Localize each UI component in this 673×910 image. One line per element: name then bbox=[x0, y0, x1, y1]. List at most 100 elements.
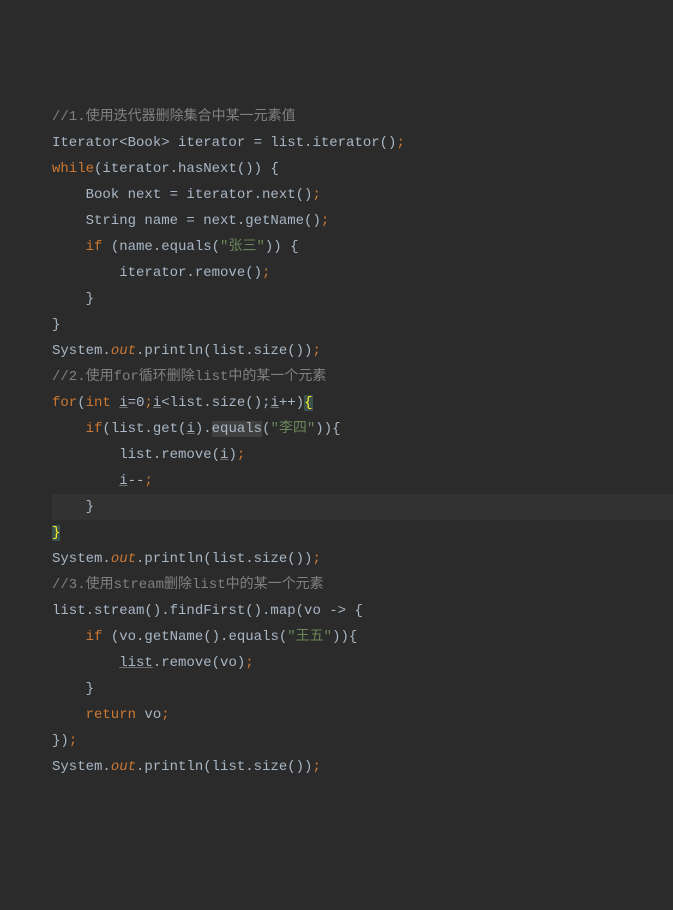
semicolon: ; bbox=[312, 343, 320, 359]
code-text: <list.size(); bbox=[161, 395, 270, 411]
code-line: if(list.get(i).equals("李四")){ bbox=[52, 416, 673, 442]
code-line: Book next = iterator.next(); bbox=[52, 182, 673, 208]
semicolon: ; bbox=[245, 655, 253, 671]
code-text: } bbox=[52, 291, 94, 307]
code-text: ) bbox=[228, 447, 236, 463]
code-text: Book next = iterator.next() bbox=[52, 187, 312, 203]
code-text: System. bbox=[52, 343, 111, 359]
keyword-if: if bbox=[52, 629, 102, 645]
code-text: }) bbox=[52, 733, 69, 749]
code-line: list.remove(vo); bbox=[52, 650, 673, 676]
semicolon: ; bbox=[237, 447, 245, 463]
comment: //3.使用stream删除list中的某一个元素 bbox=[52, 577, 324, 593]
code-text: list.stream().findFirst().map(vo -> { bbox=[52, 603, 363, 619]
code-text bbox=[111, 395, 119, 411]
code-line: if (vo.getName().equals("王五")){ bbox=[52, 624, 673, 650]
code-line: while(iterator.hasNext()) { bbox=[52, 156, 673, 182]
brace-match: { bbox=[304, 395, 312, 411]
code-text: Iterator<Book> iterator = list.iterator(… bbox=[52, 135, 396, 151]
keyword-for: for bbox=[52, 395, 77, 411]
string-literal: "张三" bbox=[220, 239, 265, 255]
code-text: (iterator.hasNext()) { bbox=[94, 161, 279, 177]
code-text bbox=[52, 655, 119, 671]
keyword-if: if bbox=[52, 239, 102, 255]
code-text: .println(list.size()) bbox=[136, 551, 312, 567]
semicolon: ; bbox=[144, 395, 152, 411]
code-line: i--; bbox=[52, 468, 673, 494]
semicolon: ; bbox=[262, 265, 270, 281]
code-text: System. bbox=[52, 551, 111, 567]
code-line: } bbox=[52, 286, 673, 312]
code-text: (list.get( bbox=[102, 421, 186, 437]
code-text: .remove(vo) bbox=[153, 655, 245, 671]
code-line: //2.使用for循环删除list中的某一个元素 bbox=[52, 364, 673, 390]
code-line: System.out.println(list.size()); bbox=[52, 754, 673, 780]
code-line: System.out.println(list.size()); bbox=[52, 546, 673, 572]
string-literal: "王五" bbox=[287, 629, 332, 645]
semicolon: ; bbox=[396, 135, 404, 151]
code-line: } bbox=[52, 676, 673, 702]
keyword-int: int bbox=[86, 395, 111, 411]
code-text: = bbox=[128, 395, 136, 411]
method-equals: equals bbox=[212, 421, 262, 437]
code-text: ( bbox=[77, 395, 85, 411]
code-text: (name.equals( bbox=[102, 239, 220, 255]
code-line-highlighted: } bbox=[52, 494, 673, 520]
code-line: //3.使用stream删除list中的某一个元素 bbox=[52, 572, 673, 598]
code-line: return vo; bbox=[52, 702, 673, 728]
semicolon: ; bbox=[312, 187, 320, 203]
code-line: System.out.println(list.size()); bbox=[52, 338, 673, 364]
code-text: System. bbox=[52, 759, 111, 775]
code-text: .println(list.size()) bbox=[136, 343, 312, 359]
code-text: (vo.getName().equals( bbox=[102, 629, 287, 645]
semicolon: ; bbox=[161, 707, 169, 723]
code-line: list.stream().findFirst().map(vo -> { bbox=[52, 598, 673, 624]
code-text: ++) bbox=[279, 395, 304, 411]
static-field-out: out bbox=[111, 343, 136, 359]
static-field-out: out bbox=[111, 551, 136, 567]
code-editor[interactable]: //1.使用迭代器删除集合中某一元素值 Iterator<Book> iterat… bbox=[52, 104, 673, 780]
code-line: list.remove(i); bbox=[52, 442, 673, 468]
semicolon: ; bbox=[312, 551, 320, 567]
code-line: //1.使用迭代器删除集合中某一元素值 bbox=[52, 104, 673, 130]
code-line: if (name.equals("张三")) { bbox=[52, 234, 673, 260]
code-text: -- bbox=[128, 473, 145, 489]
semicolon: ; bbox=[321, 213, 329, 229]
code-line: for(int i=0;i<list.size();i++){ bbox=[52, 390, 673, 416]
var-i: i bbox=[119, 473, 127, 489]
var-i: i bbox=[271, 395, 279, 411]
code-text: } bbox=[52, 317, 60, 333]
code-text: String name = next.getName() bbox=[52, 213, 321, 229]
keyword-if: if bbox=[52, 421, 102, 437]
code-line: String name = next.getName(); bbox=[52, 208, 673, 234]
code-text: .println(list.size()) bbox=[136, 759, 312, 775]
code-text: vo bbox=[136, 707, 161, 723]
var-i: i bbox=[186, 421, 194, 437]
code-text: )) { bbox=[265, 239, 299, 255]
code-line: }); bbox=[52, 728, 673, 754]
semicolon: ; bbox=[69, 733, 77, 749]
code-line: iterator.remove(); bbox=[52, 260, 673, 286]
code-line: } bbox=[52, 312, 673, 338]
comment: //2.使用for循环删除list中的某一个元素 bbox=[52, 369, 326, 385]
keyword-while: while bbox=[52, 161, 94, 177]
semicolon: ; bbox=[144, 473, 152, 489]
semicolon: ; bbox=[312, 759, 320, 775]
code-text: list.remove( bbox=[52, 447, 220, 463]
code-text: )){ bbox=[332, 629, 357, 645]
static-field-out: out bbox=[111, 759, 136, 775]
string-literal: "李四" bbox=[270, 421, 315, 437]
code-text bbox=[52, 473, 119, 489]
brace-match: } bbox=[52, 525, 60, 541]
code-text: )){ bbox=[315, 421, 340, 437]
code-text: ). bbox=[195, 421, 212, 437]
code-text: iterator.remove() bbox=[52, 265, 262, 281]
code-text: } bbox=[52, 681, 94, 697]
code-line: Iterator<Book> iterator = list.iterator(… bbox=[52, 130, 673, 156]
keyword-return: return bbox=[52, 707, 136, 723]
code-line: } bbox=[52, 520, 673, 546]
comment: //1.使用迭代器删除集合中某一元素值 bbox=[52, 109, 296, 125]
var-i: i bbox=[119, 395, 127, 411]
var-list: list bbox=[119, 655, 153, 671]
code-text: } bbox=[52, 499, 94, 515]
